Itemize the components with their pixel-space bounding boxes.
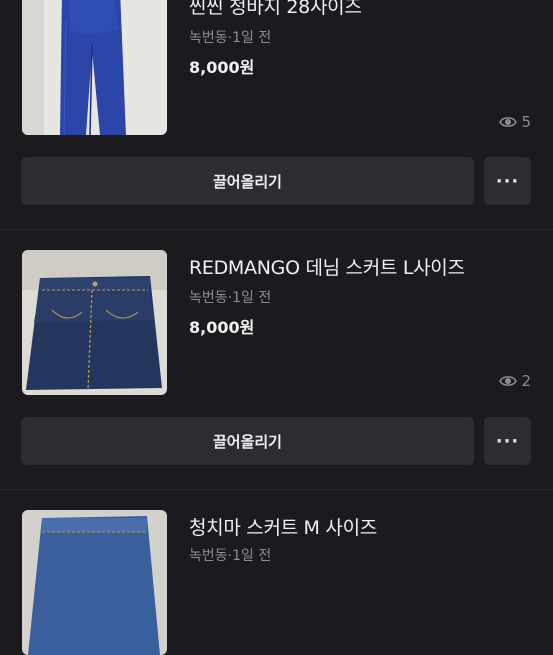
denim-skirt-photo (22, 250, 167, 395)
denim-skirt-photo (22, 510, 167, 655)
bump-button[interactable]: 끌어올리기 (21, 157, 474, 205)
listing-price: 8,000원 (189, 318, 255, 337)
listing-location: 녹번동 (189, 30, 228, 46)
more-options-button[interactable]: ··· (484, 157, 531, 205)
view-count: 5 (499, 113, 531, 131)
listing-meta: 녹번동·1일 전 (189, 545, 271, 565)
listing-location: 녹번동 (189, 548, 228, 564)
view-count-value: 2 (521, 372, 531, 390)
listing-divider (0, 489, 553, 490)
bump-button[interactable]: 끌어올리기 (21, 417, 474, 465)
listing-title[interactable]: REDMANGO 데님 스커트 L사이즈 (189, 253, 465, 280)
view-count-value: 5 (521, 113, 531, 131)
listing-meta: 녹번동·1일 전 (189, 27, 271, 47)
listing-meta: 녹번동·1일 전 (189, 287, 271, 307)
more-options-button[interactable]: ··· (484, 417, 531, 465)
listing-time: 1일 전 (232, 548, 272, 564)
listing-time: 1일 전 (232, 30, 272, 46)
listing-divider (0, 229, 553, 230)
listing-title[interactable]: 씬씬 청바지 28사이즈 (189, 0, 362, 19)
listing-price: 8,000원 (189, 58, 255, 77)
listing-thumbnail[interactable] (22, 250, 167, 395)
view-count: 2 (499, 372, 531, 390)
listing-thumbnail[interactable] (22, 510, 167, 655)
eye-icon (499, 115, 518, 129)
listing-title[interactable]: 청치마 스커트 M 사이즈 (189, 513, 377, 540)
listing-location: 녹번동 (189, 290, 228, 306)
eye-icon (499, 374, 518, 388)
listing-thumbnail[interactable] (22, 0, 167, 135)
jeans-photo (22, 0, 167, 135)
listing-time: 1일 전 (232, 290, 272, 306)
